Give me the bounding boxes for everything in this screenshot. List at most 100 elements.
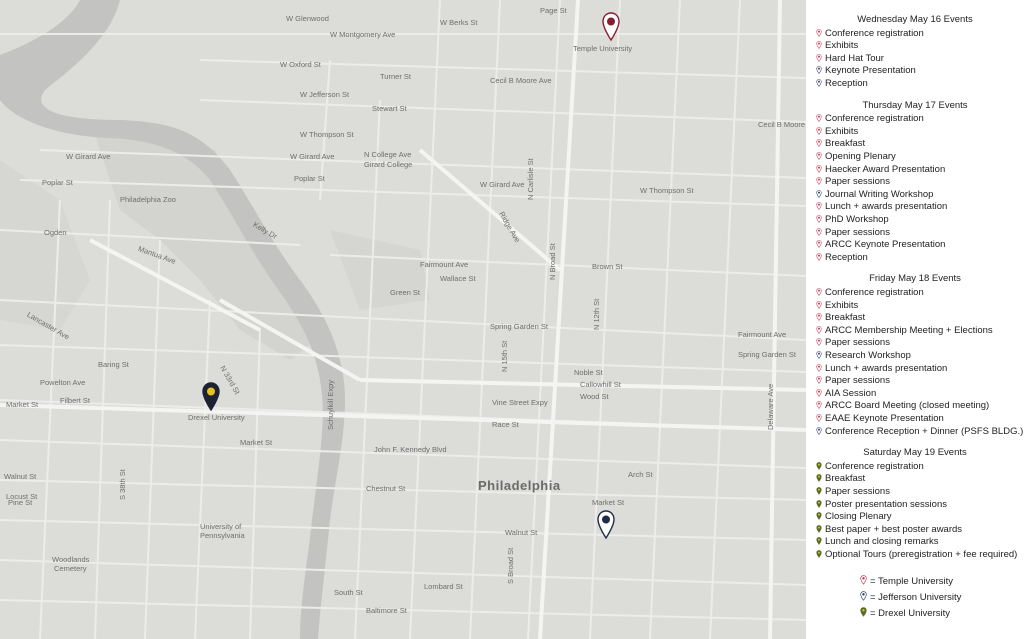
- event-item: Breakfast: [816, 473, 865, 484]
- street-label: John F. Kennedy Blvd: [374, 445, 447, 454]
- event-item: Conference registration: [816, 28, 924, 39]
- street-label: Wallace St: [440, 274, 476, 283]
- event-label: ARCC Board Meeting (closed meeting): [825, 400, 990, 412]
- event-label: Exhibits: [825, 40, 859, 52]
- map-panel[interactable]: Philadelphia Temple University Drexel Un…: [0, 0, 806, 639]
- street-label: Lombard St: [424, 582, 463, 591]
- map-pin-icon: [597, 510, 615, 540]
- temple-marker-icon: [816, 325, 822, 334]
- day-heading: Thursday May 17 Events: [862, 99, 968, 111]
- drexel-marker-icon: [816, 499, 822, 508]
- event-label: Opening Plenary: [825, 151, 896, 162]
- event-label: ARCC Keynote Presentation: [825, 239, 946, 251]
- street-label: N Broad St: [548, 243, 557, 280]
- street-label: Vine Street Expy: [492, 398, 548, 407]
- temple-marker-icon: [816, 126, 822, 135]
- temple-marker-icon: [816, 215, 822, 223]
- street-label: W Girard Ave: [480, 180, 525, 189]
- event-label: Lunch and closing remarks: [825, 536, 939, 548]
- event-item: Paper sessions: [816, 375, 890, 386]
- street-label: Cecil B Moore Ave: [490, 76, 552, 85]
- jefferson-marker-icon: [816, 189, 822, 198]
- drexel-marker-icon: [860, 606, 867, 617]
- event-item: Poster presentation sessions: [816, 499, 947, 510]
- event-label: Research Workshop: [825, 350, 911, 361]
- street-label: N 15th St: [500, 340, 509, 372]
- event-item: Conference registration: [816, 113, 924, 124]
- event-label: Conference registration: [825, 113, 924, 125]
- key-label: = Jefferson University: [870, 591, 962, 603]
- key-item-temple: = Temple University: [860, 574, 953, 587]
- poi-girard-college: Girard College: [364, 160, 413, 169]
- poi-temple-university: Temple University: [573, 44, 633, 53]
- street-label: Schuylkill Expy: [326, 379, 335, 430]
- street-label: W Oxford St: [280, 60, 321, 69]
- event-item: Exhibits: [816, 300, 858, 311]
- jefferson-marker-icon: [860, 590, 867, 601]
- event-item: Lunch and closing remarks: [816, 536, 939, 547]
- day-heading: Saturday May 19 Events: [863, 447, 967, 459]
- drexel-marker-icon: [816, 550, 822, 558]
- street-label: Poplar St: [294, 174, 325, 183]
- temple-marker-icon: [816, 252, 822, 261]
- event-label: Reception: [825, 78, 868, 89]
- street-label: Ogden: [44, 228, 67, 237]
- event-label: Conference registration: [825, 27, 924, 39]
- event-label: Optional Tours (preregistration + fee re…: [825, 549, 1018, 560]
- event-label: Exhibits: [825, 125, 859, 137]
- events-legend: Wednesday May 16 Events Conference regist…: [806, 0, 1024, 639]
- street-label: Baltimore St: [366, 606, 407, 615]
- event-item: Opening Plenary: [816, 151, 896, 162]
- event-item: ARCC Membership Meeting + Elections: [816, 325, 993, 336]
- event-label: Haecker Award Presentation: [825, 163, 946, 175]
- jefferson-marker-icon: [816, 426, 822, 435]
- temple-university-pin[interactable]: [601, 12, 621, 42]
- street-label: Turner St: [380, 72, 411, 81]
- city-label: Philadelphia: [478, 478, 561, 493]
- key-item-jefferson: = Jefferson University: [860, 590, 962, 603]
- temple-marker-icon: [816, 313, 822, 322]
- temple-marker-icon: [816, 139, 822, 148]
- event-item: ARCC Board Meeting (closed meeting): [816, 400, 989, 411]
- street-label: Fairmount Ave: [420, 260, 469, 269]
- street-label: Poplar St: [42, 178, 73, 187]
- temple-marker-icon: [816, 41, 822, 50]
- street-label: Spring Garden St: [738, 350, 796, 359]
- street-label: Brown St: [592, 262, 623, 271]
- event-item: Exhibits: [816, 40, 858, 51]
- street-label: W Thompson St: [300, 130, 354, 139]
- event-label: Best paper + best poster awards: [825, 523, 963, 535]
- temple-marker-icon: [816, 388, 822, 397]
- event-label: Paper sessions: [825, 176, 890, 188]
- temple-marker-icon: [816, 202, 822, 211]
- event-item: Conference registration: [816, 287, 924, 298]
- drexel-marker-icon: [816, 461, 822, 470]
- event-item: Paper sessions: [816, 337, 890, 348]
- event-label: Exhibits: [825, 299, 859, 311]
- event-item: Journal Writing Workshop: [816, 189, 933, 200]
- street-label: W Montgomery Ave: [330, 30, 396, 39]
- day-heading: Friday May 18 Events: [869, 273, 961, 285]
- event-label: Reception: [825, 251, 868, 263]
- event-item: Lunch + awards presentation: [816, 363, 947, 374]
- temple-marker-icon: [816, 240, 822, 249]
- temple-marker-icon: [816, 288, 822, 296]
- street-label: W Girard Ave: [290, 152, 335, 161]
- jefferson-university-pin[interactable]: [596, 510, 616, 540]
- event-item: Haecker Award Presentation: [816, 164, 945, 175]
- drexel-university-pin[interactable]: [201, 382, 221, 412]
- temple-marker-icon: [816, 164, 822, 173]
- event-item: Paper sessions: [816, 176, 890, 187]
- event-item: Keynote Presentation: [816, 65, 916, 76]
- street-label: Wood St: [580, 392, 609, 401]
- event-label: AIA Session: [825, 387, 877, 399]
- street-label: Chestnut St: [366, 484, 406, 493]
- temple-marker-icon: [816, 28, 822, 37]
- event-label: Conference registration: [825, 287, 924, 298]
- street-label: South St: [334, 588, 363, 597]
- event-label: PhD Workshop: [825, 214, 889, 225]
- street-label: Filbert St: [60, 396, 91, 405]
- jefferson-marker-icon: [816, 351, 822, 359]
- event-label: Closing Plenary: [825, 511, 892, 523]
- street-label: W Girard Ave: [66, 152, 111, 161]
